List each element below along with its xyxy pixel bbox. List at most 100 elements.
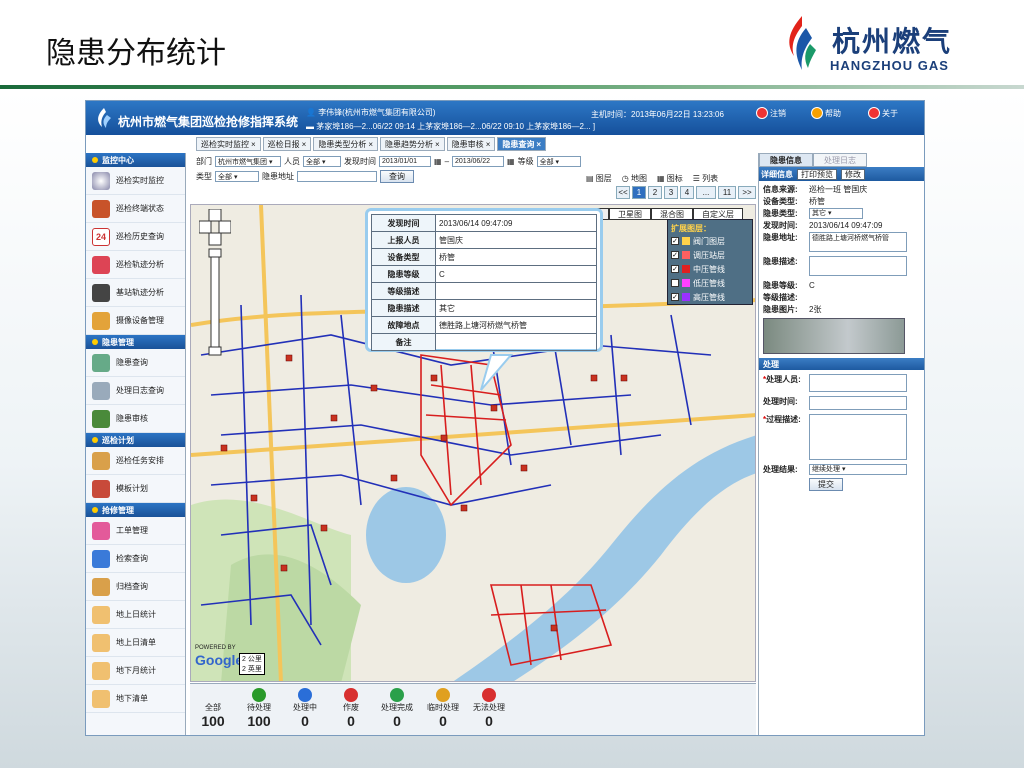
about-button[interactable]: 关于 <box>868 105 898 121</box>
sidebar-item-label: 巡检终端状态 <box>116 204 164 213</box>
sidebar-item[interactable]: 巡检终端状态 <box>86 195 185 223</box>
checkbox[interactable]: ✓ <box>671 265 679 273</box>
popup-row: 隐患描述 其它 <box>371 299 597 317</box>
print-preview-button[interactable]: 打印预览 <box>797 168 837 180</box>
layers-toggle[interactable]: ▤ 图层 <box>586 173 612 184</box>
status-processing[interactable]: 处理中 0 <box>282 684 328 735</box>
sidebar-item[interactable]: 归档查询 <box>86 573 185 601</box>
date-from-input[interactable]: 2013/01/01 <box>379 156 431 167</box>
notice-ticker[interactable]: ▬ 茅家埠186—2...06/22 09:14 上茅家埠186—2...06/… <box>306 121 595 132</box>
field-value: 桥管 <box>809 197 825 206</box>
address-input[interactable] <box>297 171 377 182</box>
map-toggle[interactable]: ◷ 地图 <box>622 173 647 184</box>
pager-page[interactable]: 1 <box>632 186 646 199</box>
void-icon <box>344 688 358 702</box>
sidebar-item[interactable]: 地下清单 <box>86 685 185 713</box>
process-time-input[interactable] <box>809 396 907 410</box>
tab-trend-analysis[interactable]: 隐患趋势分析 × <box>380 137 445 151</box>
sidebar-item[interactable]: 24 巡检历史查询 <box>86 223 185 251</box>
sidebar-section-plan[interactable]: 巡检计划 <box>86 433 185 447</box>
tab-type-analysis[interactable]: 隐患类型分析 × <box>313 137 379 151</box>
sidebar-item[interactable]: 模板计划 <box>86 475 185 503</box>
status-done[interactable]: 处理完成 0 <box>374 684 420 735</box>
layer-valve[interactable]: ✓ 阀门图层 <box>671 234 749 248</box>
logout-button[interactable]: 注销 <box>756 105 786 121</box>
layer-low-pipe[interactable]: 低压管线 <box>671 276 749 290</box>
sidebar-item[interactable]: 巡检任务安排 <box>86 447 185 475</box>
process-result-select[interactable]: 继续处理 ▾ <box>809 464 907 475</box>
pager-next[interactable]: >> <box>738 186 756 199</box>
popup-value: 其它 <box>435 299 597 317</box>
dept-select[interactable]: 杭州市燃气集团 ▾ <box>215 156 281 167</box>
submit-button[interactable]: 提交 <box>809 478 843 491</box>
sidebar-item[interactable]: 巡检轨迹分析 <box>86 251 185 279</box>
type-select[interactable]: 全部 ▾ <box>215 171 259 182</box>
sidebar-item[interactable]: 摄像设备管理 <box>86 307 185 335</box>
tab-daily[interactable]: 巡检日报 × <box>262 137 312 151</box>
bullet-icon <box>92 437 98 443</box>
app-title: 杭州市燃气集团巡检抢修指挥系统 <box>118 115 299 129</box>
checkbox[interactable]: ✓ <box>671 293 679 301</box>
sidebar-item[interactable]: 巡检实时监控 <box>86 167 185 195</box>
status-label: 临时处理 <box>427 703 459 712</box>
hazard-type-select[interactable]: 其它 ▾ <box>809 208 863 219</box>
sidebar-section-hazard[interactable]: 隐患管理 <box>86 335 185 349</box>
sidebar-item[interactable]: 检索查询 <box>86 545 185 573</box>
status-unable[interactable]: 无法处理 0 <box>466 684 512 735</box>
help-button[interactable]: 帮助 <box>811 105 841 121</box>
tab-label: 巡检日报 <box>267 139 300 149</box>
status-void[interactable]: 作废 0 <box>328 684 374 735</box>
tab-hazard-info[interactable]: 隐患信息 <box>759 153 813 167</box>
sidebar-section-monitor[interactable]: 监控中心 <box>86 153 185 167</box>
layer-medium-pipe[interactable]: ✓ 中压管线 <box>671 262 749 276</box>
icons-toggle[interactable]: ▦ 图标 <box>657 173 683 184</box>
pager-page[interactable]: 2 <box>648 186 662 199</box>
sidebar-item[interactable]: 隐患审核 <box>86 405 185 433</box>
popup-value <box>435 333 597 351</box>
checkbox[interactable] <box>671 279 679 287</box>
pager-page[interactable]: 3 <box>664 186 678 199</box>
pager-prev[interactable]: << <box>616 186 630 199</box>
checkbox[interactable]: ✓ <box>671 237 679 245</box>
map-canvas[interactable]: 地图 卫星图 混合图 自定义层 发现时间2013/06/14 09:47:09 … <box>190 204 756 682</box>
tab-hazard-query[interactable]: 隐患查询 × <box>497 137 547 151</box>
query-button[interactable]: 查询 <box>380 170 414 183</box>
form-row: 处理结果: 继续处理 ▾ <box>759 464 924 476</box>
sidebar-item[interactable]: 隐患查询 <box>86 349 185 377</box>
detail-fields: 信息来源: 巡检一班 管国庆 设备类型: 桥管 隐患类型: 其它 ▾ 发现时间: 201… <box>759 181 924 354</box>
sidebar-item[interactable]: 地上日清单 <box>86 629 185 657</box>
sidebar-item[interactable]: 地上日统计 <box>86 601 185 629</box>
tab-realtime[interactable]: 巡检实时监控 × <box>196 137 261 151</box>
process-desc-textarea[interactable] <box>809 414 907 460</box>
edit-button[interactable]: 修改 <box>841 168 865 180</box>
checkbox[interactable]: ✓ <box>671 251 679 259</box>
sidebar-item[interactable]: 处理日志查询 <box>86 377 185 405</box>
map-type-button[interactable]: 卫星图 <box>609 208 651 220</box>
list-toggle[interactable]: ☰ 列表 <box>693 173 718 184</box>
layer-label: 调压站层 <box>693 250 725 260</box>
level-select[interactable]: 全部 ▾ <box>536 156 581 167</box>
hazard-desc-field[interactable] <box>809 256 907 276</box>
hazard-photo-thumbnail[interactable] <box>763 318 905 354</box>
sidebar-item[interactable]: 基站轨迹分析 <box>86 279 185 307</box>
person-select[interactable]: 全部 ▾ <box>303 156 341 167</box>
map-nav-control[interactable] <box>199 209 231 359</box>
tab-process-log[interactable]: 处理日志 <box>813 153 867 167</box>
status-temporary[interactable]: 临时处理 0 <box>420 684 466 735</box>
status-all[interactable]: 全部 100 <box>190 684 236 735</box>
calendar-icon[interactable]: ▦ <box>507 157 515 166</box>
status-pending[interactable]: 待处理 100 <box>236 684 282 735</box>
sidebar-item[interactable]: 工单管理 <box>86 517 185 545</box>
tab-audit[interactable]: 隐患审核 × <box>446 137 496 151</box>
pager-page[interactable]: 4 <box>680 186 694 199</box>
date-to-input[interactable]: 2013/06/22 <box>452 156 505 167</box>
pager-page[interactable]: 11 <box>718 186 736 199</box>
calendar-icon[interactable]: ▦ <box>434 157 442 166</box>
sidebar-section-repair[interactable]: 抢修管理 <box>86 503 185 517</box>
sidebar-item[interactable]: 地下月统计 <box>86 657 185 685</box>
process-person-input[interactable] <box>809 374 907 392</box>
hazard-address-field[interactable]: 德胜路上塘河桥燃气桥管 <box>809 232 907 252</box>
layer-station[interactable]: ✓ 调压站层 <box>671 248 749 262</box>
sidebar-item-label: 基站轨迹分析 <box>116 288 164 297</box>
layer-high-pipe[interactable]: ✓ 高压管线 <box>671 290 749 304</box>
